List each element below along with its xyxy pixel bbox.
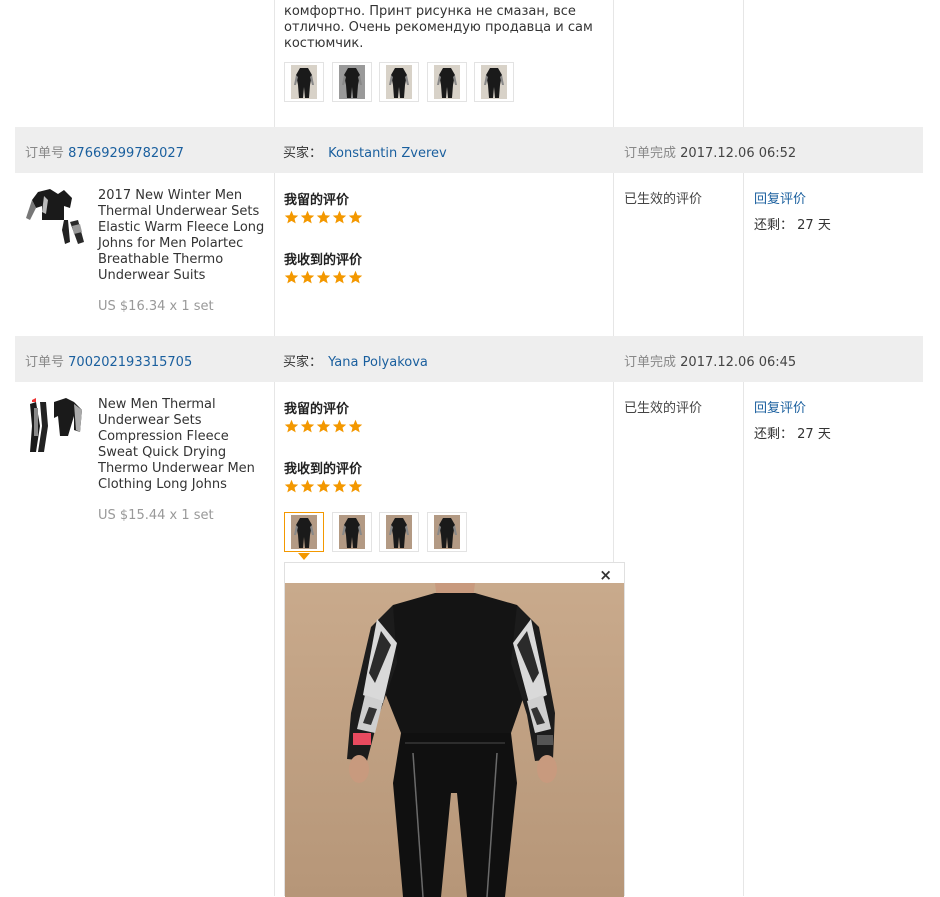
photo-thumb-image xyxy=(291,515,317,549)
star-icon xyxy=(332,270,347,284)
my-review-label: 我留的评价 xyxy=(284,193,350,208)
review-photo-thumb[interactable] xyxy=(284,512,324,552)
order-number-label: 订单号 xyxy=(25,355,65,370)
review-photo-thumb[interactable] xyxy=(426,62,467,102)
column-divider xyxy=(743,173,744,336)
received-review-stars xyxy=(284,270,363,286)
star-icon xyxy=(300,479,315,493)
product-image[interactable] xyxy=(24,396,86,458)
star-icon xyxy=(300,270,315,284)
column-divider xyxy=(613,173,614,336)
star-icon xyxy=(284,479,299,493)
photo-thumb-image xyxy=(291,65,317,99)
photo-preview: × xyxy=(284,562,625,897)
buyer-label: 买家： xyxy=(283,146,323,161)
days-remaining: 还剩： 27 天 xyxy=(754,423,831,442)
order-number-link[interactable]: 87669299782027 xyxy=(68,146,184,161)
column-divider xyxy=(613,382,614,562)
received-review-stars xyxy=(284,479,363,495)
review-text-line: отлично. Очень рекомендую продавца и сам xyxy=(284,20,593,35)
close-icon[interactable]: × xyxy=(599,566,612,584)
photo-thumb-image xyxy=(338,515,365,549)
preview-photo xyxy=(285,583,624,897)
order-complete-time: 2017.12.06 06:52 xyxy=(680,146,797,161)
star-icon xyxy=(316,270,331,284)
order-number-label: 订单号 xyxy=(25,146,65,161)
column-divider xyxy=(743,382,744,896)
star-icon xyxy=(316,479,331,493)
column-divider xyxy=(613,0,614,127)
review-photo-thumb[interactable] xyxy=(426,512,467,552)
product-title[interactable]: 2017 New Winter Men Thermal Underwear Se… xyxy=(98,188,270,284)
received-review-label: 我收到的评价 xyxy=(284,253,363,268)
buyer-label: 买家： xyxy=(283,355,323,370)
order-complete-time: 2017.12.06 06:45 xyxy=(680,355,797,370)
star-icon xyxy=(332,419,347,433)
star-icon xyxy=(316,419,331,433)
review-photo-thumb[interactable] xyxy=(379,62,419,102)
star-icon xyxy=(300,419,315,433)
days-remaining: 还剩： 27 天 xyxy=(754,214,831,233)
received-review-label: 我收到的评价 xyxy=(284,462,363,477)
review-photo-thumb[interactable] xyxy=(284,62,324,102)
star-icon xyxy=(332,479,347,493)
my-review-stars xyxy=(284,210,363,226)
product-image[interactable] xyxy=(24,186,86,248)
order-number: 订单号 87669299782027 xyxy=(25,142,184,161)
order-header: 订单号 87669299782027 买家： Konstantin Zverev… xyxy=(15,127,923,173)
review-text: комфортно. Принт рисунка не смазан, все … xyxy=(284,4,604,52)
photo-thumb-image xyxy=(386,65,412,99)
buyer: 买家： Konstantin Zverev xyxy=(283,142,447,161)
order-number-link[interactable]: 700202193315705 xyxy=(68,355,192,370)
review-photo-thumb[interactable] xyxy=(379,512,419,552)
star-icon xyxy=(348,270,363,284)
buyer: 买家： Yana Polyakova xyxy=(283,351,428,370)
column-divider xyxy=(274,173,275,336)
star-icon xyxy=(332,210,347,224)
photo-thumb-image xyxy=(481,65,507,99)
days-remaining-label: 还剩： xyxy=(754,427,794,442)
order-complete: 订单完成 2017.12.06 06:45 xyxy=(624,351,796,370)
days-remaining-label: 还剩： xyxy=(754,218,794,233)
buyer-link[interactable]: Konstantin Zverev xyxy=(328,146,447,161)
photo-thumb-image xyxy=(433,65,460,99)
photo-thumb-image xyxy=(338,65,365,99)
order-complete-label: 订单完成 xyxy=(624,355,677,370)
days-remaining-value: 27 天 xyxy=(797,218,831,233)
review-photo-thumb[interactable] xyxy=(331,62,372,102)
buyer-link[interactable]: Yana Polyakova xyxy=(328,355,428,370)
my-review-label: 我留的评价 xyxy=(284,402,350,417)
column-divider xyxy=(743,0,744,127)
column-divider xyxy=(274,0,275,127)
column-divider xyxy=(274,382,275,896)
review-text-line: костюмчик. xyxy=(284,36,364,51)
reply-review-link[interactable]: 回复评价 xyxy=(754,188,806,207)
star-icon xyxy=(284,419,299,433)
star-icon xyxy=(284,270,299,284)
photo-thumb-image xyxy=(386,515,412,549)
order-header: 订单号 700202193315705 买家： Yana Polyakova 订… xyxy=(15,336,923,382)
photo-thumb-image xyxy=(433,515,460,549)
review-text-line: комфортно. Принт рисунка не смазан, все xyxy=(284,4,576,19)
star-icon xyxy=(316,210,331,224)
review-photo-thumb[interactable] xyxy=(474,62,514,102)
product-price: US $15.44 x 1 set xyxy=(98,508,214,523)
product-title[interactable]: New Men Thermal Underwear Sets Compressi… xyxy=(98,397,270,493)
star-icon xyxy=(348,479,363,493)
star-icon xyxy=(348,419,363,433)
review-status: 已生效的评价 xyxy=(624,192,703,207)
star-icon xyxy=(284,210,299,224)
product-price: US $16.34 x 1 set xyxy=(98,299,214,314)
order-complete-label: 订单完成 xyxy=(624,146,677,161)
order-complete: 订单完成 2017.12.06 06:52 xyxy=(624,142,796,161)
order-number: 订单号 700202193315705 xyxy=(25,351,192,370)
star-icon xyxy=(300,210,315,224)
review-status: 已生效的评价 xyxy=(624,401,703,416)
star-icon xyxy=(348,210,363,224)
reply-review-link[interactable]: 回复评价 xyxy=(754,397,806,416)
my-review-stars xyxy=(284,419,363,435)
days-remaining-value: 27 天 xyxy=(797,427,831,442)
thumb-pointer-icon xyxy=(298,553,310,560)
review-photo-thumb[interactable] xyxy=(331,512,372,552)
